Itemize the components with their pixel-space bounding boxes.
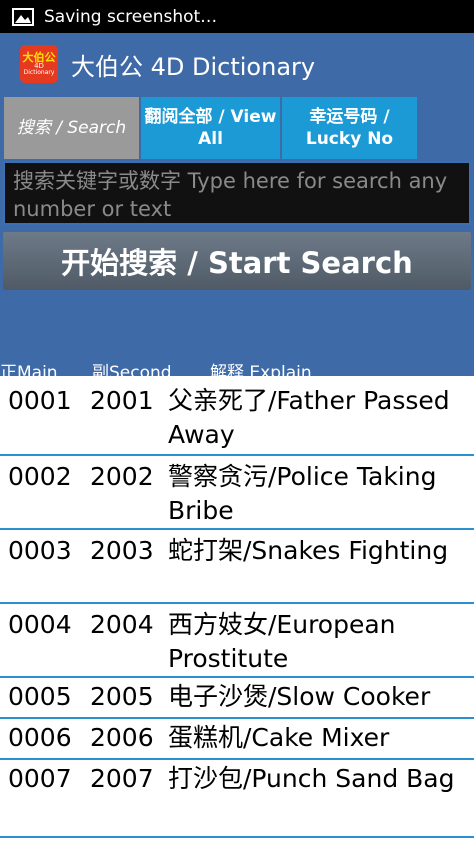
start-search-button[interactable]: 开始搜索 / Start Search [3, 232, 471, 290]
second-number: 2007 [90, 764, 154, 793]
table-row[interactable]: 0006 2006 蛋糕机/Cake Mixer [0, 719, 474, 760]
table-row[interactable]: 0002 2002 警察贪污/Police Taking Bribe [0, 456, 474, 530]
second-number: 2001 [90, 386, 154, 415]
tab-view-all-label: 翻阅全部 / View All [144, 107, 277, 149]
main-number: 0003 [8, 536, 72, 565]
main-number: 0001 [8, 386, 72, 415]
explanation: 打沙包/Punch Sand Bag [168, 764, 455, 793]
logo-line-3: Dictionary [23, 69, 55, 76]
explanation: 西方妓女/European Prostitute [168, 610, 396, 673]
second-number: 2004 [90, 610, 154, 639]
status-bar: Saving screenshot… [0, 0, 474, 33]
tab-view-all[interactable]: 翻阅全部 / View All [141, 97, 280, 159]
app-title: 大伯公 4D Dictionary [71, 52, 316, 81]
main-number: 0004 [8, 610, 72, 639]
main-number: 0006 [8, 723, 72, 752]
action-bar: 大伯公 4D Dictionary 大伯公 4D Dictionary [0, 33, 474, 95]
explanation: 电子沙煲/Slow Cooker [168, 682, 431, 711]
tab-search[interactable]: 搜索 / Search [4, 97, 139, 159]
tab-search-label: 搜索 / Search [16, 118, 127, 138]
main-number: 0005 [8, 682, 72, 711]
status-text: Saving screenshot… [44, 6, 218, 27]
table-row[interactable]: 0004 2004 西方妓女/European Prostitute [0, 604, 474, 678]
app-logo-icon[interactable]: 大伯公 4D Dictionary [20, 45, 58, 83]
search-input[interactable]: 搜索关键字或数字 Type here for search any number… [3, 161, 471, 225]
main-number: 0002 [8, 462, 72, 491]
second-number: 2005 [90, 682, 154, 711]
table-row[interactable]: 0001 2001 父亲死了/Father Passed Away [0, 380, 474, 456]
second-number: 2006 [90, 723, 154, 752]
search-placeholder: 搜索关键字或数字 Type here for search any number… [13, 169, 448, 221]
image-icon [12, 7, 34, 26]
main-number: 0007 [8, 764, 72, 793]
results-list: 0001 2001 父亲死了/Father Passed Away 0002 2… [0, 380, 474, 838]
second-number: 2002 [90, 462, 154, 491]
tab-lucky-no[interactable]: 幸运号码 / Lucky No [282, 97, 417, 159]
explanation: 蛋糕机/Cake Mixer [168, 723, 390, 752]
table-row[interactable]: 0005 2005 电子沙煲/Slow Cooker [0, 678, 474, 719]
explanation: 警察贪污/Police Taking Bribe [168, 462, 437, 525]
tab-lucky-no-label: 幸运号码 / Lucky No [305, 107, 394, 149]
table-row[interactable]: 0007 2007 打沙包/Punch Sand Bag [0, 760, 474, 838]
explanation: 蛇打架/Snakes Fighting [168, 536, 449, 565]
second-number: 2003 [90, 536, 154, 565]
table-row[interactable]: 0003 2003 蛇打架/Snakes Fighting [0, 530, 474, 604]
explanation: 父亲死了/Father Passed Away [168, 386, 450, 449]
